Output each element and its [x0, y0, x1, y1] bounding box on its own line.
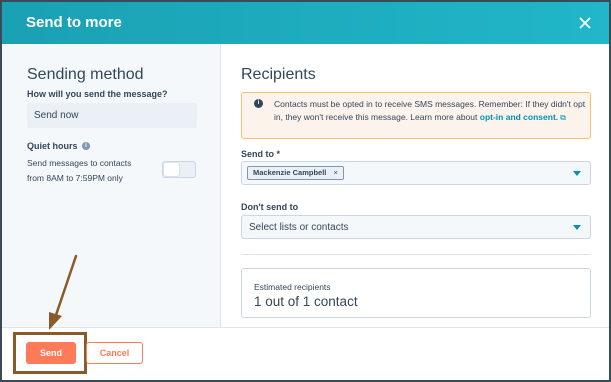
how-send-label: How will you send the message?: [27, 89, 168, 99]
send-to-select[interactable]: Mackenzie Campbell ×: [241, 161, 591, 185]
divider: [241, 254, 591, 255]
contact-chip: Mackenzie Campbell ×: [247, 166, 344, 180]
contact-chip-label: Mackenzie Campbell: [253, 168, 327, 177]
quiet-hours-description: Send messages to contacts from 8AM to 7:…: [27, 156, 157, 186]
chevron-down-icon[interactable]: [573, 225, 581, 230]
recipients-panel: Recipients i Contacts must be opted in t…: [221, 44, 609, 327]
dont-send-to-label: Don't send to: [241, 202, 299, 212]
recipients-title: Recipients: [241, 66, 316, 83]
opt-in-consent-link[interactable]: opt-in and consent.: [480, 112, 558, 122]
quiet-hours-desc-line1: Send messages to contacts: [27, 158, 132, 168]
close-icon: [579, 17, 591, 29]
external-link-icon[interactable]: ⧉: [560, 112, 566, 125]
info-icon: i: [254, 99, 263, 108]
close-button[interactable]: [575, 13, 595, 33]
send-button[interactable]: Send: [26, 342, 76, 364]
send-method-select[interactable]: Send now: [27, 103, 197, 128]
toggle-knob: [164, 163, 179, 176]
cancel-button[interactable]: Cancel: [86, 342, 143, 364]
sending-method-title: Sending method: [27, 66, 144, 83]
dont-send-to-select[interactable]: Select lists or contacts: [241, 215, 591, 239]
send-to-label: Send to *: [241, 149, 281, 159]
chevron-down-icon[interactable]: [573, 171, 581, 176]
chip-remove-icon[interactable]: ×: [333, 168, 337, 177]
estimated-recipients-label: Estimated recipients: [254, 282, 331, 292]
quiet-hours-desc-line2: from 8AM to 7:59PM only: [27, 173, 123, 183]
quiet-hours-toggle[interactable]: [162, 161, 196, 178]
sms-opt-in-alert: i Contacts must be opted in to receive S…: [241, 92, 591, 139]
dont-send-placeholder: Select lists or contacts: [249, 222, 349, 233]
dialog-header: Send to more: [2, 2, 609, 44]
dialog-title: Send to more: [26, 14, 122, 31]
quiet-hours-label: Quiet hours: [27, 141, 78, 151]
estimated-recipients-value: 1 out of 1 contact: [254, 294, 358, 309]
estimated-recipients-card: Estimated recipients 1 out of 1 contact: [241, 268, 591, 318]
alert-message: Contacts must be opted in to receive SMS…: [274, 98, 586, 124]
send-to-more-dialog: Send to more Sending method How will you…: [0, 0, 611, 382]
info-icon[interactable]: i: [82, 142, 90, 150]
sending-method-panel: Sending method How will you send the mes…: [2, 44, 221, 327]
